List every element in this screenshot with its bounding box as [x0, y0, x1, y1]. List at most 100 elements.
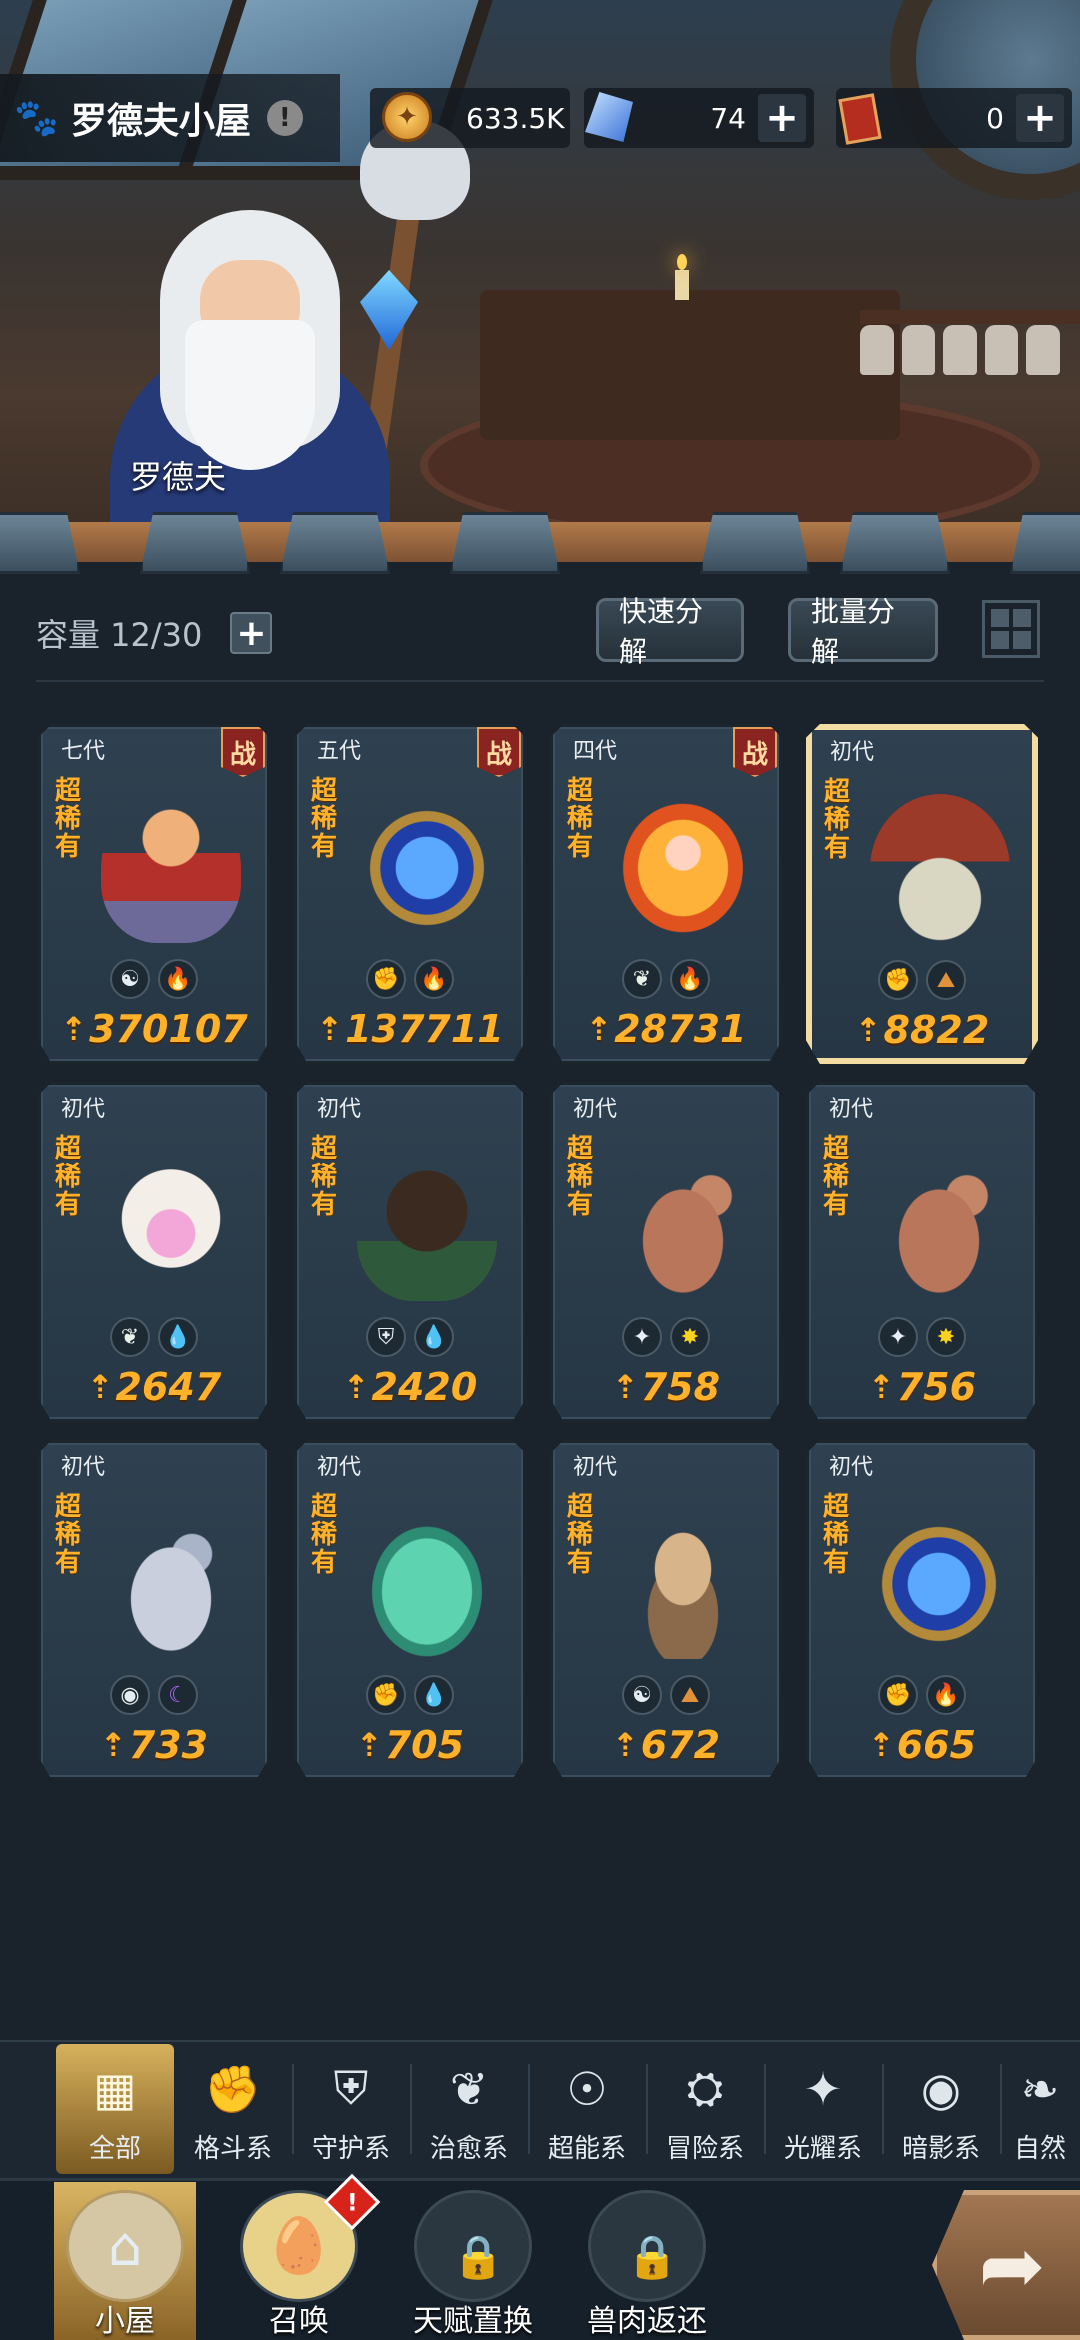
generation-label: 五代 [317, 739, 362, 764]
category-label: 冒险系 [665, 2134, 744, 2164]
category-tab[interactable]: ⛭ 冒险系 [646, 2044, 766, 2174]
nav-meat-return-label: 兽肉返还 [587, 2304, 707, 2339]
rarity-label: 超稀有 [311, 776, 338, 862]
lock-icon: 🔒 [626, 2232, 679, 2281]
shelf-rail [0, 512, 1080, 574]
category-tab[interactable]: ▦ 全部 [56, 2044, 174, 2174]
paw-icon: 🐾 [14, 98, 59, 139]
expand-capacity-button[interactable]: + [230, 612, 273, 654]
water-icon: 💧 [414, 1675, 454, 1715]
house-icon: ⌂ [66, 2190, 184, 2302]
leaf-icon: ❦ [110, 1317, 150, 1357]
pet-card[interactable]: 初代 超稀有 ✦ ✸ ⇡ 758 [550, 1082, 782, 1422]
generation-label: 四代 [573, 739, 618, 764]
water-icon: 💧 [158, 1317, 198, 1357]
mind-icon: ☯ [110, 959, 150, 999]
grid-view-icon[interactable] [982, 600, 1040, 658]
sparkle-icon: ✦ [803, 2062, 843, 2116]
element-icons: ⛨ 💧 [297, 1317, 523, 1357]
pet-card[interactable]: 初代 超稀有 ❦ 💧 ⇡ 2647 [38, 1082, 270, 1422]
power-value: ⇡ 672 [611, 1723, 721, 1767]
pet-card[interactable]: 初代 超稀有 ⛨ 💧 ⇡ 2420 [294, 1082, 526, 1422]
category-tab[interactable]: ⛨ 守护系 [292, 2044, 412, 2174]
pet-card[interactable]: 初代 超稀有 ✊ 🔥 ⇡ 665 [806, 1440, 1038, 1780]
category-tab[interactable]: ☉ 超能系 [528, 2044, 648, 2174]
quick-decompose-button[interactable]: 快速分解 [596, 595, 744, 668]
fist-icon: ✊ [366, 1675, 406, 1715]
star-icon: ✸ [926, 1317, 966, 1357]
fire-icon: 🔥 [158, 959, 198, 999]
nav-home[interactable]: ⌂ 小屋 [54, 2182, 196, 2340]
category-label: 治愈系 [429, 2134, 508, 2164]
category-label: 暗影系 [901, 2134, 980, 2164]
pet-portrait [101, 1509, 241, 1659]
category-tab[interactable]: ❦ 治愈系 [410, 2044, 530, 2174]
pet-card[interactable]: 七代 战超稀有 ☯ 🔥 ⇡ 370107 [38, 724, 270, 1064]
light-icon: ✦ [878, 1317, 918, 1357]
power-value: ⇡ 2420 [342, 1365, 478, 1409]
pet-card[interactable]: 初代 超稀有 ✦ ✸ ⇡ 756 [806, 1082, 1038, 1422]
pet-portrait [869, 1509, 1009, 1659]
add-ticket-button[interactable]: + [1016, 94, 1064, 142]
category-tab[interactable]: ◉ 暗影系 [882, 2044, 1002, 2174]
generation-label: 初代 [61, 1097, 106, 1122]
pet-card[interactable]: 初代 超稀有 ◉ ☾ ⇡ 733 [38, 1440, 270, 1780]
pet-portrait [613, 1151, 753, 1301]
pet-portrait [870, 794, 1010, 944]
shield-icon: ⛨ [333, 2061, 369, 2115]
rarity-label: 超稀有 [567, 1492, 594, 1578]
pet-portrait [613, 793, 753, 943]
power-icon: ⇡ [867, 1368, 895, 1406]
power-value: ⇡ 733 [99, 1723, 209, 1767]
nav-talent-swap[interactable]: 🔒 天赋置换 [402, 2182, 544, 2340]
add-crystal-button[interactable]: + [758, 94, 806, 142]
power-value: ⇡ 2647 [86, 1365, 222, 1409]
rarity-label: 超稀有 [824, 777, 851, 863]
category-tab[interactable]: ✦ 光耀系 [764, 2044, 884, 2174]
element-icons: ✊ 💧 [297, 1675, 523, 1715]
category-tab[interactable]: ❧ 自然 [1000, 2044, 1080, 2174]
generation-label: 初代 [830, 740, 875, 765]
element-icons: ✊ 🔥 [809, 1675, 1035, 1715]
top-bar: 🐾 罗德夫小屋 ! 633.5K 74 + 0 + [0, 74, 1080, 162]
jars [860, 325, 1060, 375]
blocks-icon: ▦ [93, 2062, 137, 2116]
pet-card[interactable]: 初代 超稀有 ✊ 💧 ⇡ 705 [294, 1440, 526, 1780]
house-name: 罗德夫小屋 [70, 101, 251, 142]
category-tab[interactable]: ✊ 格斗系 [174, 2044, 294, 2174]
nature-icon: ❧ [1020, 2062, 1060, 2116]
pet-portrait [869, 1151, 1009, 1301]
pet-card-grid: 七代战超稀有 ☯ 🔥 ⇡ 370107 五代战超稀有 ✊ 🔥 ⇡ 137711 四代战超稀有 ❦ 🔥 ⇡ 2… [38, 724, 1046, 1780]
element-icons: ❦ 💧 [41, 1317, 267, 1357]
category-label: 光耀系 [783, 2134, 862, 2164]
pet-card[interactable]: 五代 战超稀有 ✊ 🔥 ⇡ 137711 [294, 724, 526, 1064]
element-icons: ☯ 🔥 [41, 959, 267, 999]
generation-label: 初代 [829, 1097, 874, 1122]
power-value: ⇡ 8822 [854, 1008, 990, 1052]
nav-meat-return[interactable]: 🔒 兽肉返还 [576, 2182, 718, 2340]
element-icons: ☯ ⛰ [553, 1675, 779, 1715]
fist-icon: ✊ [204, 2061, 262, 2116]
nav-home-label: 小屋 [95, 2304, 155, 2339]
nav-summon[interactable]: 🥚 召唤 ! [228, 2173, 381, 2340]
rarity-label: 超稀有 [567, 1134, 594, 1220]
pet-card[interactable]: 初代超稀有 ☯ ⛰ ⇡ 672 [550, 1440, 782, 1780]
pet-card[interactable]: 四代 战超稀有 ❦ 🔥 ⇡ 28731 [550, 724, 782, 1064]
candle [675, 254, 689, 300]
gold-value: 633.5K [466, 101, 565, 135]
generation-label: 初代 [317, 1455, 362, 1480]
nav-summon-label: 召唤 [269, 2304, 329, 2339]
mind-icon: ☯ [622, 1675, 662, 1715]
generation-label: 初代 [573, 1455, 618, 1480]
shelf [860, 310, 1080, 324]
battle-badge: 战 [221, 727, 265, 777]
info-icon[interactable]: ! [266, 100, 303, 136]
pet-card[interactable]: 初代 超稀有 ✊ ⛰ ⇡ 8822 [806, 724, 1038, 1064]
batch-decompose-button[interactable]: 批量分解 [788, 595, 938, 668]
star-icon: ✸ [670, 1317, 710, 1357]
nav-talent-swap-label: 天赋置换 [413, 2304, 533, 2339]
element-icons: ◉ ☾ [41, 1675, 267, 1715]
npc-name: 罗德夫 [130, 458, 227, 496]
power-icon: ⇡ [60, 1010, 88, 1048]
capacity-label: 容量 12/30 [36, 616, 203, 654]
